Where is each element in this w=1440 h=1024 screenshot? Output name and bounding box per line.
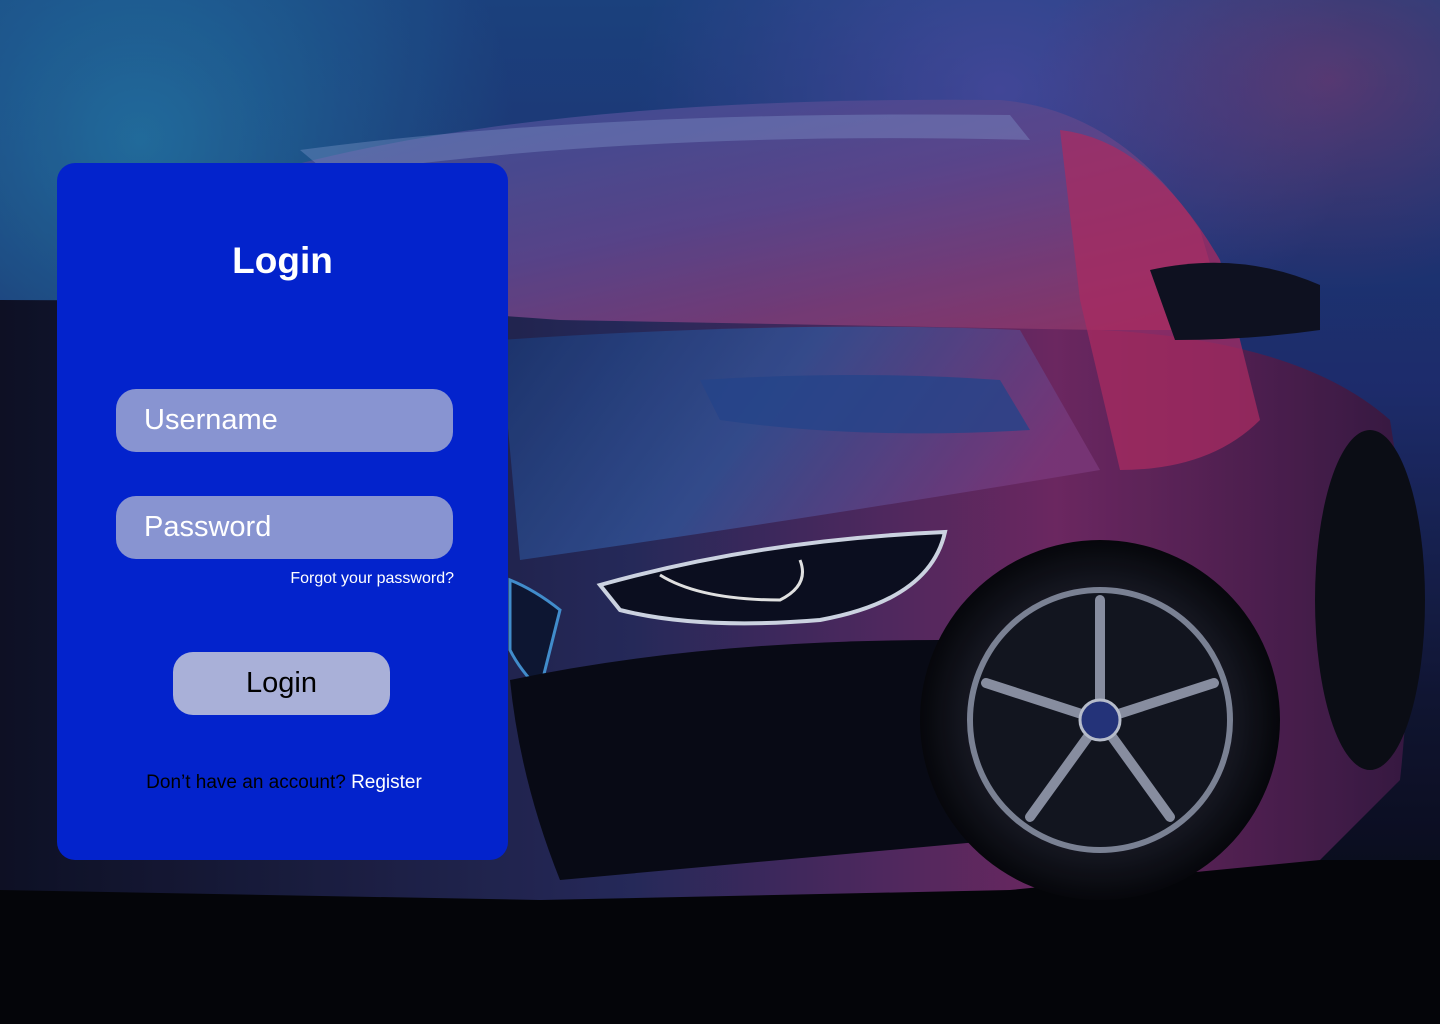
no-account-text: Don’t have an account? bbox=[146, 772, 352, 793]
username-input[interactable] bbox=[116, 389, 453, 452]
login-title: Login bbox=[232, 240, 333, 281]
password-input[interactable] bbox=[116, 496, 453, 559]
register-prompt-row: Don’t have an account? Register bbox=[0, 772, 568, 794]
login-screen: Login Forgot your password? Login Don’t … bbox=[0, 0, 1440, 1024]
login-button[interactable]: Login bbox=[173, 652, 390, 715]
register-link[interactable]: Register bbox=[351, 772, 422, 793]
forgot-password-link[interactable]: Forgot your password? bbox=[290, 570, 454, 588]
